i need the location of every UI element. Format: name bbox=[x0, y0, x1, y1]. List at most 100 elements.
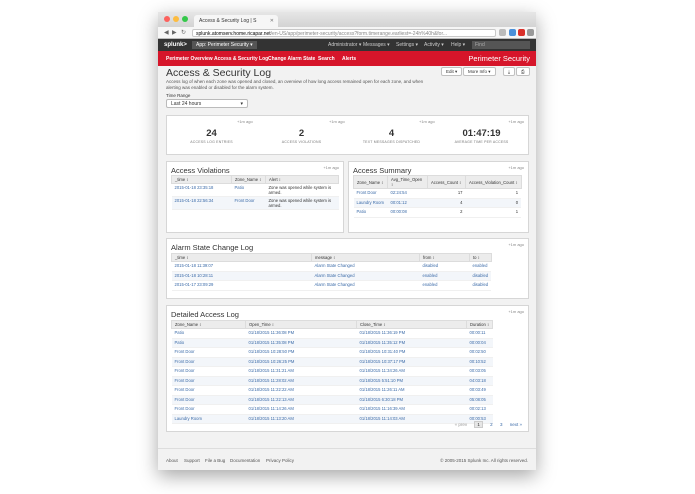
table-row[interactable]: Front Door 01/18/2015 11:28:02 AM 01/18/20… bbox=[171, 376, 493, 386]
menu-activity[interactable]: Activity ▾ bbox=[424, 42, 444, 48]
table-cell[interactable]: Alarm State Changed bbox=[311, 261, 420, 272]
table-cell[interactable]: 2015-01-18 11:39:07 bbox=[171, 261, 312, 272]
table-cell[interactable]: 01/18/2015 11:36:19 PM bbox=[356, 328, 467, 339]
table-cell[interactable]: 05:08:05 bbox=[466, 395, 493, 405]
table-cell[interactable]: Alarm State Changed bbox=[311, 280, 420, 291]
table-cell[interactable]: Front Door bbox=[171, 347, 246, 358]
table-cell[interactable]: 00:00:11 bbox=[466, 328, 493, 339]
table-cell[interactable]: 2015-01-17 23:09:29 bbox=[171, 280, 312, 291]
column-header[interactable]: Close_Time ↕ bbox=[356, 320, 467, 329]
table-cell[interactable]: 00:02:13 bbox=[466, 404, 493, 415]
table-cell[interactable]: 04:03:18 bbox=[466, 376, 493, 386]
table-row[interactable]: Patio 01/18/2015 11:35:08 PM 01/18/2015 11… bbox=[171, 338, 493, 348]
footer-link-documentation[interactable]: Documentation bbox=[230, 458, 260, 463]
minimize-window-icon[interactable] bbox=[173, 16, 179, 22]
table-row[interactable]: 2015-01-18 22:56:34 Front Door Zone was … bbox=[171, 196, 339, 210]
table-cell[interactable]: 2015-01-18 23:35:18 bbox=[171, 183, 232, 197]
table-row[interactable]: 2015-01-18 11:39:07 Alarm State Changed … bbox=[171, 261, 492, 272]
table-cell[interactable]: enabled bbox=[419, 280, 470, 291]
table-cell[interactable]: 01/18/2015 5:51:10 PM bbox=[356, 376, 467, 386]
table-cell[interactable]: Patio bbox=[353, 207, 388, 218]
table-cell[interactable]: 01/18/2015 11:31:21 AM bbox=[245, 366, 357, 377]
footer-link-privacy-policy[interactable]: Privacy Policy bbox=[266, 458, 294, 463]
back-icon[interactable]: ◀ bbox=[164, 29, 169, 36]
table-cell[interactable]: Patio bbox=[171, 338, 246, 348]
table-cell[interactable]: 01/18/2015 6:30:18 PM bbox=[356, 395, 467, 405]
table-row[interactable]: Front Door 01/18/2015 10:28:50 PM 01/18/20… bbox=[171, 347, 493, 358]
table-cell[interactable]: 01/18/2015 10:26:25 PM bbox=[245, 357, 357, 367]
nav-alerts[interactable]: Alerts bbox=[342, 56, 356, 62]
table-cell[interactable]: 01/18/2015 11:13:20 AM bbox=[245, 414, 357, 424]
table-cell[interactable]: 01/18/2015 11:22:13 AM bbox=[245, 395, 357, 405]
table-cell[interactable]: 01/18/2015 11:35:12 PM bbox=[356, 338, 467, 348]
table-cell[interactable]: 2015-01-18 10:28:11 bbox=[171, 271, 312, 281]
reload-icon[interactable]: ↻ bbox=[181, 29, 186, 36]
table-row[interactable]: Laundry Room 01/18/2015 11:13:20 AM 01/18/… bbox=[171, 414, 493, 424]
pager-next[interactable]: next » bbox=[510, 422, 522, 427]
browser-tab[interactable]: Access & Security Log | S ✕ bbox=[194, 15, 278, 27]
table-row[interactable]: Front Door 01/18/2015 11:22:22 AM 01/18/20… bbox=[171, 385, 493, 396]
table-cell[interactable]: 01/18/2015 10:28:50 PM bbox=[245, 347, 357, 358]
column-header[interactable]: _time ↕ bbox=[171, 253, 312, 262]
column-header[interactable]: Access_Violation_Count ↕ bbox=[465, 175, 522, 189]
table-cell[interactable]: 01/18/2015 11:22:22 AM bbox=[245, 385, 357, 396]
nav-change-alarm-state[interactable]: Change Alarm State bbox=[268, 56, 315, 62]
table-cell[interactable]: Patio bbox=[231, 183, 266, 197]
pager-page-2[interactable]: 2 bbox=[490, 422, 493, 427]
table-row[interactable]: 2015-01-18 10:28:11 Alarm State Changed … bbox=[171, 271, 492, 281]
print-icon[interactable]: ⎙ bbox=[516, 67, 530, 76]
table-cell[interactable]: 00:01:12 bbox=[387, 198, 428, 208]
table-cell[interactable]: Front Door bbox=[171, 376, 246, 386]
menu-help[interactable]: Help ▾ bbox=[451, 42, 465, 48]
column-header[interactable]: Zone_Name ↕ bbox=[353, 175, 388, 189]
table-cell[interactable]: disabled bbox=[469, 280, 492, 291]
table-cell[interactable]: Laundry Room bbox=[353, 198, 388, 208]
pager-page-3[interactable]: 3 bbox=[500, 422, 503, 427]
table-cell[interactable]: 00:00:08 bbox=[387, 207, 428, 218]
pager-page-1[interactable]: 1 bbox=[474, 421, 483, 428]
table-cell[interactable]: disabled bbox=[469, 271, 492, 281]
nav-perimeter-overview[interactable]: Perimeter Overview bbox=[166, 56, 213, 62]
table-cell[interactable]: 01/18/2015 11:14:26 AM bbox=[245, 404, 357, 415]
table-cell[interactable]: 01/18/2015 11:35:08 PM bbox=[245, 338, 357, 348]
table-cell[interactable]: 01/18/2015 11:16:39 AM bbox=[356, 404, 467, 415]
table-cell[interactable]: enabled bbox=[469, 261, 492, 272]
tab-close-icon[interactable]: ✕ bbox=[270, 18, 274, 24]
table-cell[interactable]: 00:00:04 bbox=[466, 338, 493, 348]
bookmark-star-icon[interactable] bbox=[499, 29, 506, 36]
table-row[interactable]: Front Door 02:24:54 17 1 bbox=[353, 188, 522, 199]
table-cell[interactable]: 2015-01-18 22:56:34 bbox=[171, 196, 232, 210]
table-cell[interactable]: 00:03:05 bbox=[466, 366, 493, 377]
table-cell[interactable]: 01/18/2015 11:26:11 AM bbox=[356, 385, 467, 396]
column-header[interactable]: from ↕ bbox=[419, 253, 470, 262]
table-cell[interactable]: 02:24:54 bbox=[387, 188, 428, 199]
table-row[interactable]: Patio 00:00:08 2 1 bbox=[353, 207, 522, 218]
splunk-logo[interactable]: splunk> bbox=[164, 42, 187, 48]
table-cell[interactable]: 01/18/2015 10:37:17 PM bbox=[356, 357, 467, 367]
footer-link-support[interactable]: Support bbox=[184, 458, 200, 463]
table-row[interactable]: 2015-01-17 23:09:29 Alarm State Changed … bbox=[171, 280, 492, 291]
time-range-select[interactable]: Last 24 hours ▾ bbox=[166, 99, 248, 108]
table-row[interactable]: Patio 01/18/2015 11:36:08 PM 01/18/2015 11… bbox=[171, 328, 493, 339]
pager-prev[interactable]: « prev bbox=[455, 422, 468, 427]
table-cell[interactable]: disabled bbox=[419, 261, 470, 272]
adblock-icon[interactable] bbox=[518, 29, 525, 36]
column-header[interactable]: _time ↕ bbox=[171, 175, 232, 184]
more-info-button[interactable]: More Info ▾ bbox=[463, 67, 496, 76]
table-row[interactable]: 2015-01-18 23:35:18 Patio Zone was opene… bbox=[171, 183, 339, 197]
table-cell[interactable]: 00:02:50 bbox=[466, 347, 493, 358]
table-cell[interactable]: Front Door bbox=[171, 357, 246, 367]
edit-button[interactable]: Edit ▾ bbox=[441, 67, 463, 76]
export-icon[interactable]: ⤓ bbox=[503, 67, 515, 76]
table-cell[interactable]: enabled bbox=[419, 271, 470, 281]
table-cell[interactable]: 01/18/2015 11:36:08 PM bbox=[245, 328, 357, 339]
table-cell[interactable]: Front Door bbox=[171, 385, 246, 396]
zoom-window-icon[interactable] bbox=[182, 16, 188, 22]
table-cell[interactable]: Front Door bbox=[171, 366, 246, 377]
extension-icon[interactable] bbox=[509, 29, 516, 36]
column-header[interactable]: Access_Count ↕ bbox=[427, 175, 466, 189]
table-cell[interactable]: 01/18/2015 11:34:26 AM bbox=[356, 366, 467, 377]
menu-administrator[interactable]: Administrator ▾ bbox=[328, 42, 361, 48]
table-cell[interactable]: Front Door bbox=[231, 196, 266, 210]
table-row[interactable]: Front Door 01/18/2015 11:22:13 AM 01/18/20… bbox=[171, 395, 493, 405]
